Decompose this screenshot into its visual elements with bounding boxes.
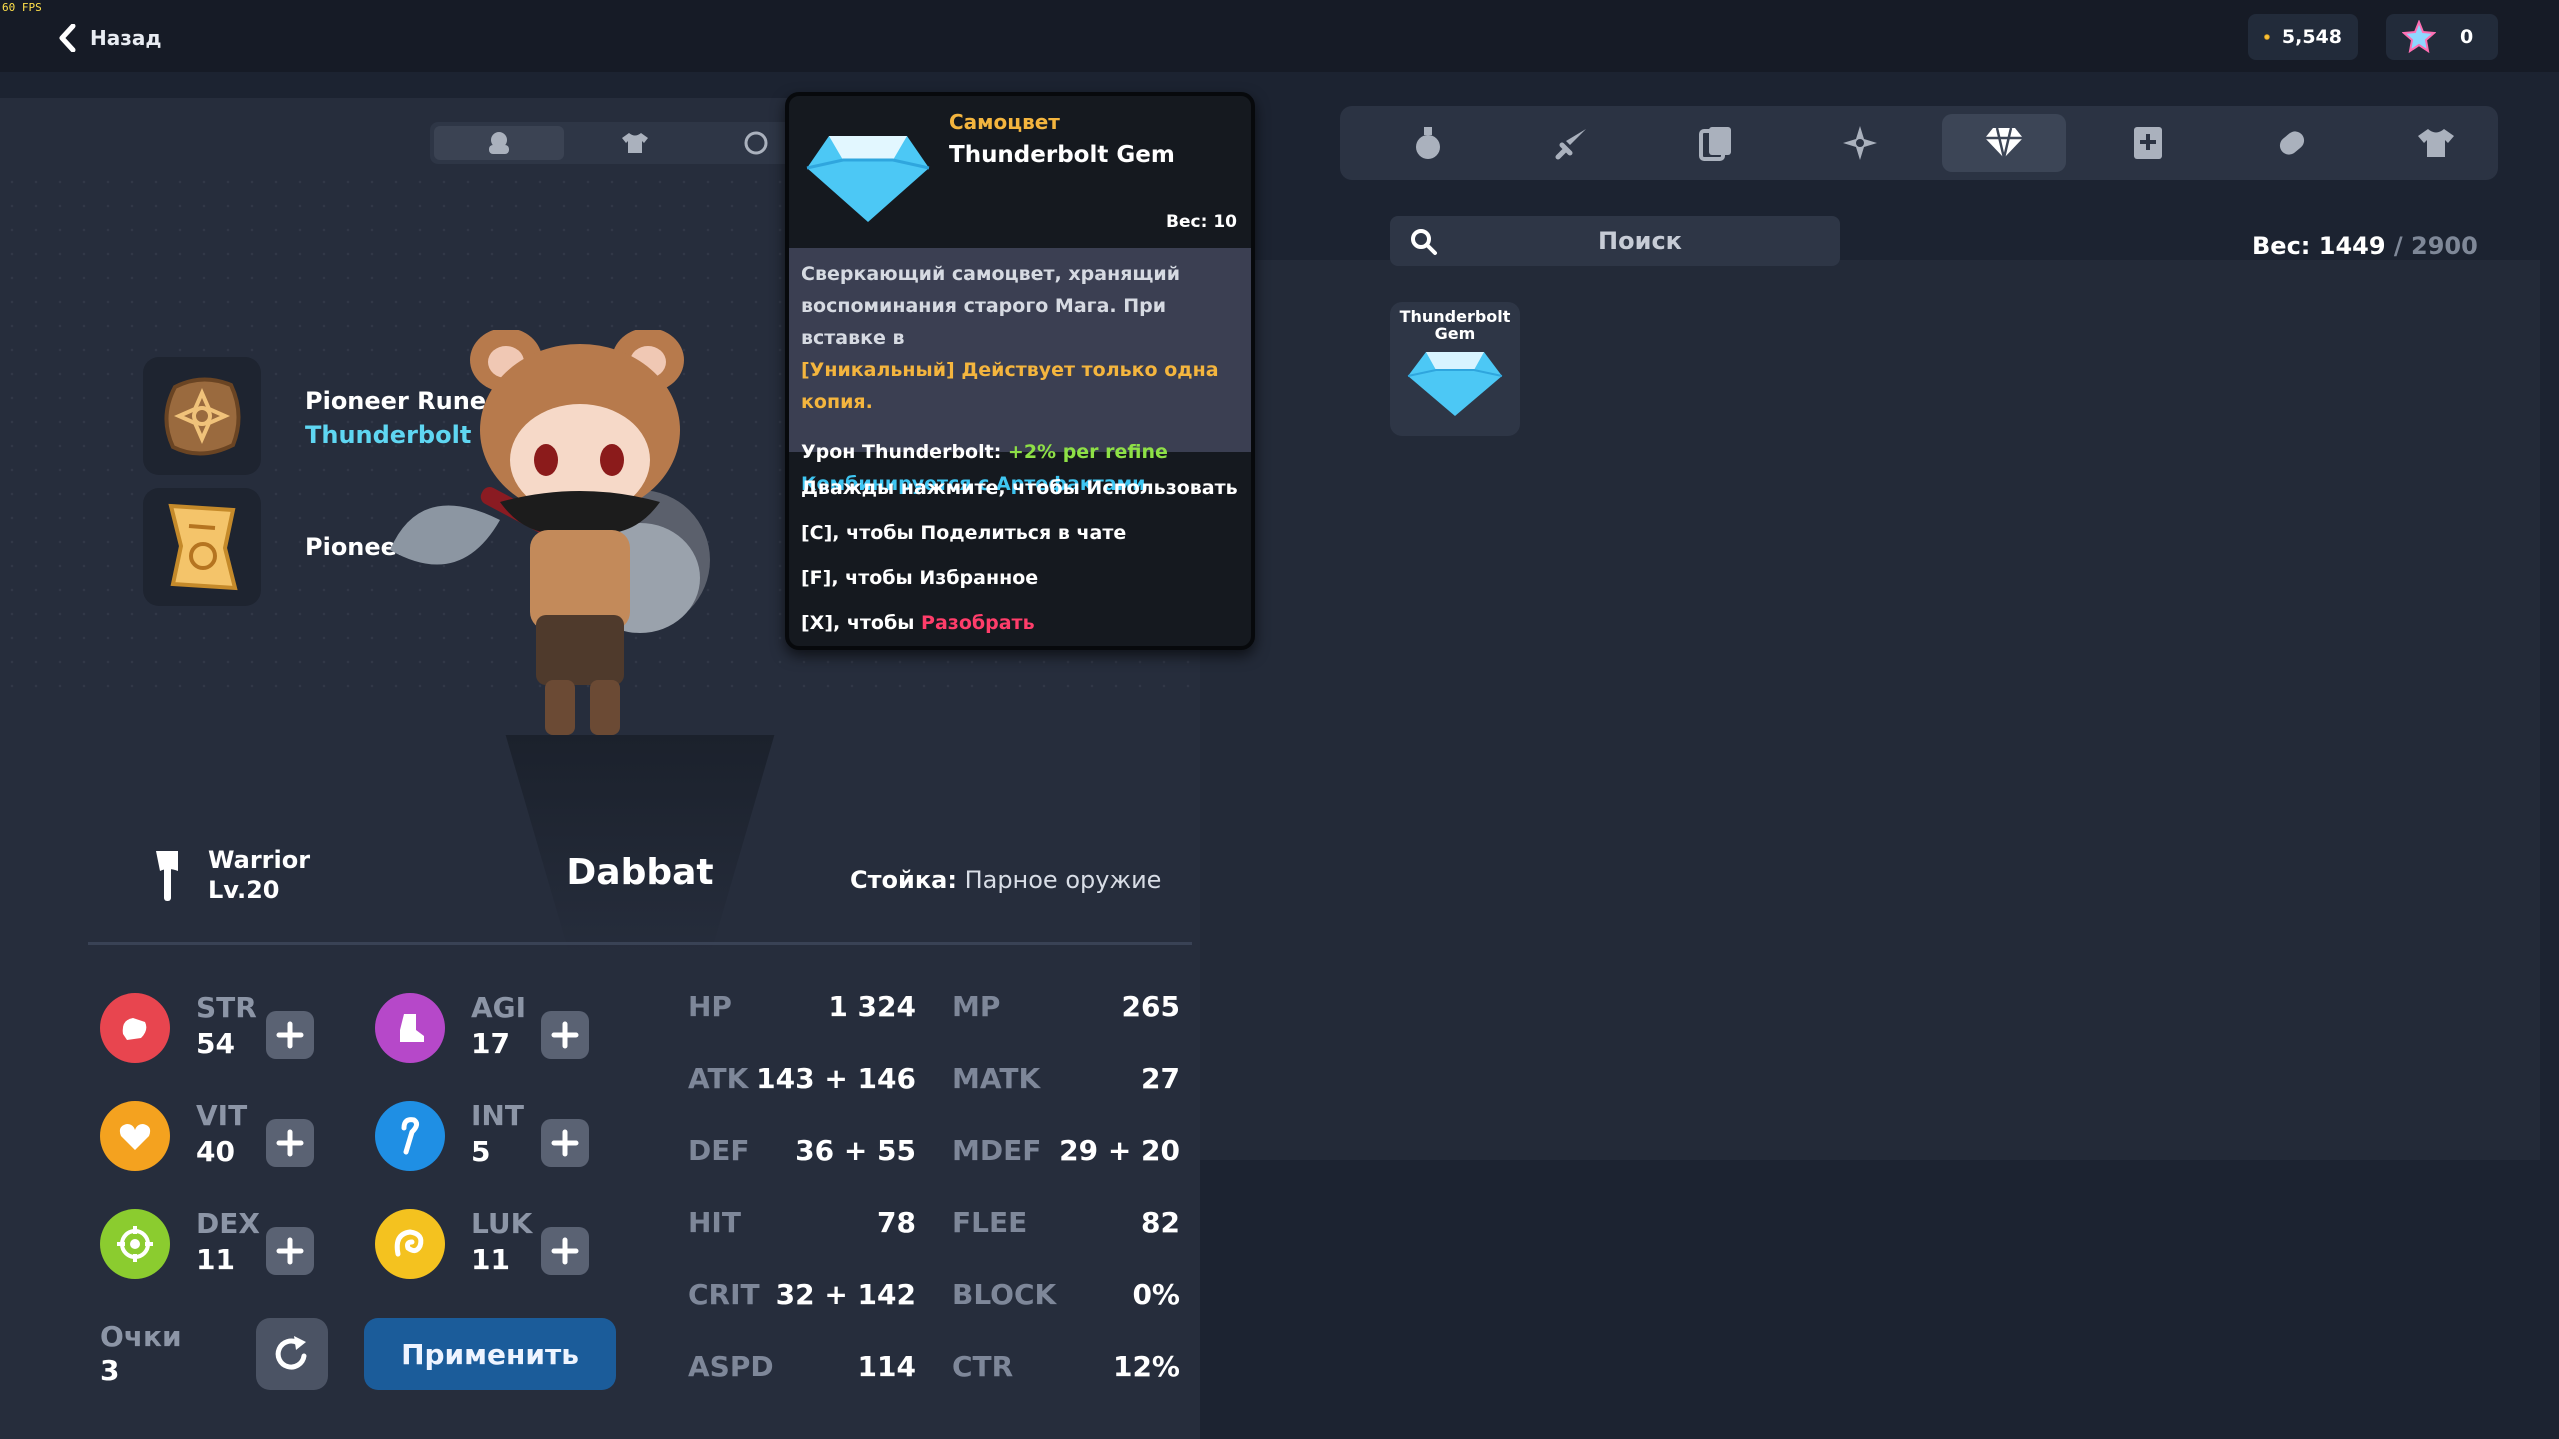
stat-int: INT 5 [375, 1097, 645, 1173]
top-bar: 60 FPS Назад 5,548 0 [0, 0, 2559, 72]
inventory-category-tabs [1340, 106, 2498, 180]
divider [88, 942, 1192, 945]
smile-icon [744, 131, 768, 155]
scroll-icon [168, 503, 238, 591]
tooltip-description: Сверкающий самоцвет, хранящий воспоминан… [789, 248, 1251, 495]
thunderbolt-gem-icon [1407, 352, 1503, 416]
class-level: Lv.20 [208, 876, 280, 904]
item-tooltip: Самоцвет Thunderbolt Gem Вес: 10 Сверкаю… [785, 92, 1255, 650]
target-icon [117, 1226, 153, 1262]
category-enchant[interactable] [2086, 114, 2210, 172]
coin-counter[interactable]: 5,548 [2248, 14, 2358, 60]
rune-icon [164, 377, 241, 456]
plus-icon [276, 1021, 304, 1049]
agi-plus-button[interactable] [541, 1011, 589, 1059]
character-name: Dabbat [566, 852, 714, 893]
cards-icon [1699, 127, 1731, 161]
fist-icon [122, 1018, 147, 1040]
gem-icon [1985, 127, 2023, 159]
category-consumables[interactable] [1366, 114, 1490, 172]
inventory-item-slot[interactable]: Thunderbolt Gem [1390, 302, 1520, 436]
stat-dex: DEX 11 [100, 1205, 370, 1281]
stat-vit: VIT 40 [100, 1097, 370, 1173]
thunderbolt-gem-icon [806, 136, 930, 222]
star-counter[interactable]: 0 [2386, 14, 2498, 60]
star-icon [2402, 20, 2436, 54]
category-costume[interactable] [2374, 114, 2498, 172]
shirt-icon [2418, 129, 2454, 157]
search-icon [1411, 229, 1437, 255]
tooltip-item-type: Самоцвет [949, 110, 1060, 134]
category-weapons[interactable] [1510, 114, 1634, 172]
coin-icon [2264, 34, 2270, 40]
axe-icon [156, 851, 178, 901]
plus-icon [551, 1021, 579, 1049]
category-cards[interactable] [1654, 114, 1778, 172]
plus-icon [276, 1129, 304, 1157]
tooltip-actions: Дважды нажмите, чтобы Использовать [C], … [801, 477, 1238, 634]
chevron-left-icon [59, 24, 76, 52]
stance-info: Стойка: Парное оружие [850, 866, 1162, 894]
vit-plus-button[interactable] [266, 1119, 314, 1167]
tab-costume[interactable] [570, 126, 700, 160]
category-materials[interactable] [1798, 114, 1922, 172]
character-avatar [390, 330, 710, 735]
coin-amount: 5,548 [2281, 26, 2342, 48]
dex-plus-button[interactable] [266, 1227, 314, 1275]
shuriken-icon [1843, 126, 1877, 160]
boot-icon [400, 1014, 424, 1042]
plus-box-icon [2134, 127, 2162, 159]
category-gems[interactable] [1942, 114, 2066, 172]
plus-icon [276, 1237, 304, 1265]
stat-luk: LUK 11 [375, 1205, 645, 1281]
class-info: Warrior Lv.20 [148, 845, 310, 905]
star-amount: 0 [2460, 26, 2474, 48]
heart-icon [119, 1124, 151, 1150]
plus-icon [551, 1237, 579, 1265]
character-tabs [430, 122, 810, 164]
tab-character[interactable] [434, 126, 564, 160]
sword-icon [1555, 129, 1586, 160]
staff-icon [401, 1117, 420, 1155]
refresh-icon [275, 1336, 307, 1370]
inventory-weight: Вес: 1449 / 2900 [2252, 232, 2478, 260]
scroll-slot[interactable] [143, 488, 261, 606]
int-plus-button[interactable] [541, 1119, 589, 1167]
rune-slot[interactable] [143, 357, 261, 475]
str-plus-button[interactable] [266, 1011, 314, 1059]
reset-button[interactable] [256, 1318, 328, 1390]
plus-icon [551, 1129, 579, 1157]
inventory-search [1390, 216, 1840, 266]
back-label: Назад [90, 26, 162, 50]
tooltip-item-name: Thunderbolt Gem [949, 142, 1175, 168]
fps-counter: 60 FPS [2, 1, 42, 14]
character-icon [489, 132, 509, 154]
shirt-icon [622, 133, 648, 153]
stat-agi: AGI 17 [375, 989, 645, 1065]
scroll-roll-icon [2279, 131, 2305, 155]
search-input[interactable] [1450, 216, 1830, 266]
class-name: Warrior [208, 846, 311, 874]
category-misc[interactable] [2230, 114, 2354, 172]
stat-points: Очки 3 [100, 1320, 182, 1387]
apply-button[interactable]: Применить [364, 1318, 616, 1390]
back-button[interactable]: Назад [58, 18, 162, 58]
item-name: Thunderbolt Gem [1399, 307, 1511, 343]
potion-icon [1416, 127, 1440, 159]
clover-icon [394, 1229, 424, 1257]
stat-str: STR 54 [100, 989, 370, 1065]
tooltip-item-weight: Вес: 10 [1166, 212, 1237, 232]
luk-plus-button[interactable] [541, 1227, 589, 1275]
